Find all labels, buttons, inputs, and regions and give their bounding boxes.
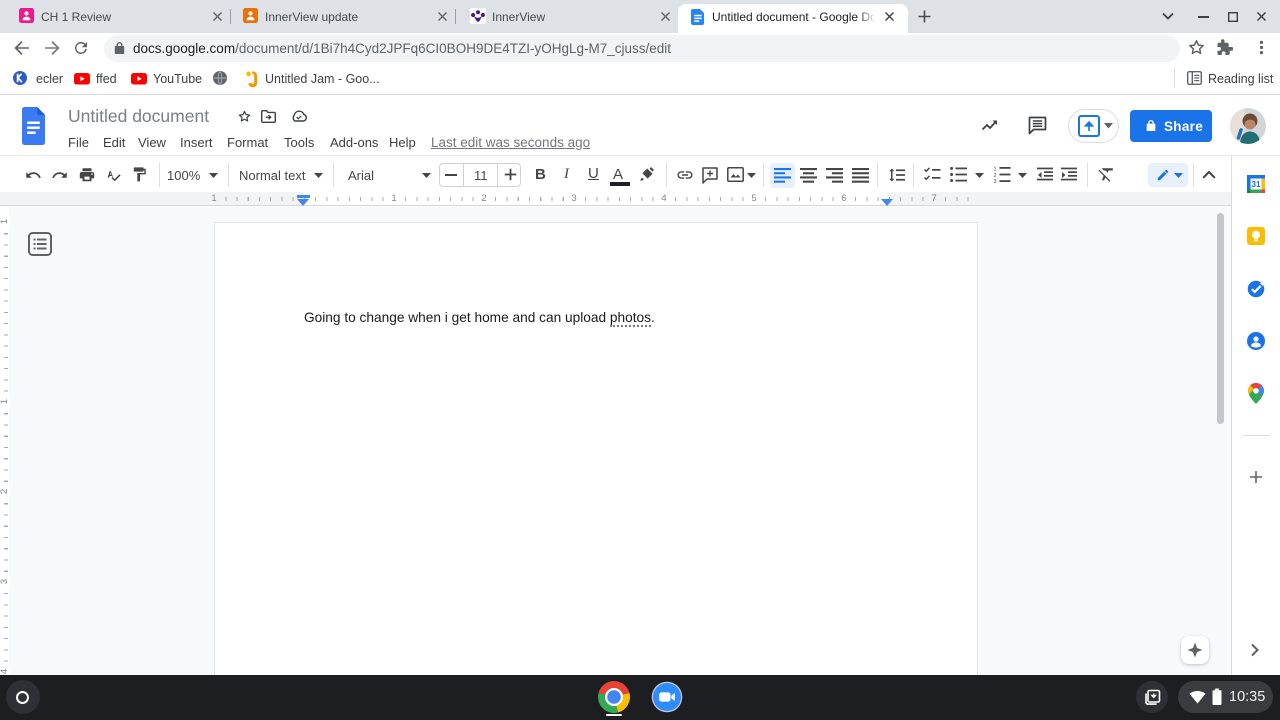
svg-text:31: 31 [1251,180,1261,189]
svg-text:1: 1 [994,167,997,173]
svg-text:3: 3 [994,179,997,183]
